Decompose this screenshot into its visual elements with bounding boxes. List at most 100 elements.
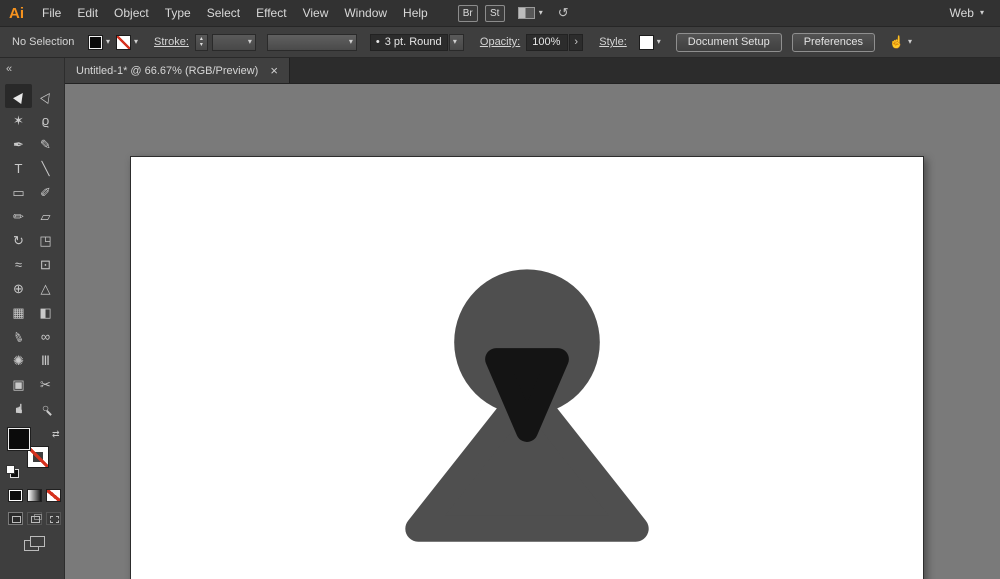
brush-definition-dropdown[interactable]: ▾ xyxy=(449,34,464,51)
stroke-indicator-swatch[interactable] xyxy=(27,446,49,468)
menu-select[interactable]: Select xyxy=(199,0,248,26)
fill-color-swatch[interactable] xyxy=(88,35,103,50)
stroke-weight-stepper[interactable]: ▴ ▾ xyxy=(195,34,208,51)
eraser-tool-icon: ▱ xyxy=(41,210,51,223)
width-tool[interactable]: ≈ xyxy=(5,252,32,276)
default-fill-stroke-icon[interactable] xyxy=(6,465,19,478)
artboard-tool[interactable]: ▣ xyxy=(5,372,32,396)
paint-attribute-buttons xyxy=(8,489,64,502)
none-button[interactable] xyxy=(46,489,61,502)
shaper-tool-icon: ✏ xyxy=(13,210,24,223)
free-transform-tool-icon: ⊡ xyxy=(40,258,51,271)
menu-window[interactable]: Window xyxy=(336,0,395,26)
touch-workspace-control[interactable]: ☝ ▾ xyxy=(889,35,912,49)
arrange-documents-button[interactable]: ▾ xyxy=(518,7,543,19)
close-tab-icon[interactable]: × xyxy=(270,64,278,77)
shape-builder-tool[interactable]: ⊕ xyxy=(5,276,32,300)
gradient-tool[interactable]: ◧ xyxy=(32,300,59,324)
workspace-switcher[interactable]: Web ▾ xyxy=(950,6,984,20)
chevron-down-icon[interactable]: ▾ xyxy=(106,38,110,46)
preferences-button[interactable]: Preferences xyxy=(792,33,875,52)
tools-panel: « ▶ ▷ ✶ ϱ ✒ ✎ T ╲ ▭ ✐ ✏ ▱ ↻ ◳ ≈ ⊡ ⊕ △ ▦ … xyxy=(0,58,65,579)
sync-settings-icon[interactable]: ↺ xyxy=(558,5,569,21)
stroke-weight-dropdown[interactable]: ▾ xyxy=(212,34,256,51)
stroke-label[interactable]: Stroke: xyxy=(154,36,189,48)
slice-tool[interactable]: ✂ xyxy=(32,372,59,396)
rotate-tool-icon: ↻ xyxy=(13,234,24,247)
type-tool[interactable]: T xyxy=(5,156,32,180)
menu-type[interactable]: Type xyxy=(157,0,199,26)
color-button[interactable] xyxy=(8,489,23,502)
free-transform-tool[interactable]: ⊡ xyxy=(32,252,59,276)
magic-wand-tool[interactable]: ✶ xyxy=(5,108,32,132)
paintbrush-tool[interactable]: ✐ xyxy=(32,180,59,204)
arrange-documents-icon xyxy=(518,7,535,19)
draw-inside-button[interactable] xyxy=(46,512,61,525)
perspective-grid-tool[interactable]: △ xyxy=(32,276,59,300)
menu-help[interactable]: Help xyxy=(395,0,436,26)
fill-color-control[interactable]: ▾ xyxy=(88,35,110,50)
chevron-down-icon[interactable]: ▾ xyxy=(657,38,661,46)
selection-tool[interactable]: ▶ xyxy=(5,84,32,108)
screen-mode-icon[interactable] xyxy=(24,536,44,550)
column-graph-tool[interactable]: Ⅲ xyxy=(32,348,59,372)
artwork-hooded-wizard[interactable] xyxy=(131,157,923,579)
fill-stroke-indicator: ⇄ xyxy=(6,428,60,478)
opacity-field[interactable]: 100% xyxy=(526,34,568,51)
swap-fill-stroke-icon[interactable]: ⇄ xyxy=(52,429,60,440)
brush-bullet-icon: • xyxy=(376,36,380,48)
bridge-button[interactable]: Br xyxy=(458,5,478,22)
chevron-down-icon[interactable]: ▾ xyxy=(134,38,138,46)
document-tab[interactable]: Untitled-1* @ 66.67% (RGB/Preview) × xyxy=(65,58,290,83)
menu-effect[interactable]: Effect xyxy=(248,0,294,26)
blend-tool[interactable]: ∞ xyxy=(32,324,59,348)
shaper-tool[interactable]: ✏ xyxy=(5,204,32,228)
style-label[interactable]: Style: xyxy=(599,36,627,48)
width-profile-dropdown[interactable]: ▾ xyxy=(267,34,357,51)
menu-file[interactable]: File xyxy=(34,0,69,26)
menu-edit[interactable]: Edit xyxy=(69,0,106,26)
symbol-sprayer-tool[interactable]: ✺ xyxy=(5,348,32,372)
mesh-tool-icon: ▦ xyxy=(12,306,24,319)
document-setup-button[interactable]: Document Setup xyxy=(676,33,782,52)
style-control[interactable]: ▾ xyxy=(633,35,661,50)
zoom-tool[interactable]: ○ xyxy=(32,396,59,420)
document-area: Untitled-1* @ 66.67% (RGB/Preview) × xyxy=(65,58,1000,579)
eraser-tool[interactable]: ▱ xyxy=(32,204,59,228)
gradient-button[interactable] xyxy=(27,489,42,502)
stepper-down-icon[interactable]: ▾ xyxy=(200,42,203,48)
lasso-tool[interactable]: ϱ xyxy=(32,108,59,132)
rotate-tool[interactable]: ↻ xyxy=(5,228,32,252)
opacity-flyout-button[interactable]: › xyxy=(569,34,583,51)
menu-bar: Ai File Edit Object Type Select Effect V… xyxy=(0,0,1000,27)
collapse-panel-button[interactable]: « xyxy=(0,58,64,84)
menu-view[interactable]: View xyxy=(295,0,337,26)
brush-definition-field[interactable]: • 3 pt. Round xyxy=(370,34,448,51)
mesh-tool[interactable]: ▦ xyxy=(5,300,32,324)
draw-normal-button[interactable] xyxy=(8,512,23,525)
artboard[interactable] xyxy=(130,156,924,579)
scale-tool[interactable]: ◳ xyxy=(32,228,59,252)
chevron-down-icon: ▾ xyxy=(908,38,912,46)
stock-button[interactable]: St xyxy=(485,5,505,22)
pen-tool[interactable]: ✒ xyxy=(5,132,32,156)
line-segment-tool[interactable]: ╲ xyxy=(32,156,59,180)
rectangle-tool-icon: ▭ xyxy=(12,186,24,199)
canvas[interactable] xyxy=(65,84,1000,579)
stroke-color-control[interactable]: ▾ xyxy=(116,35,138,50)
rectangle-tool[interactable]: ▭ xyxy=(5,180,32,204)
opacity-label[interactable]: Opacity: xyxy=(480,36,520,48)
style-swatch[interactable] xyxy=(639,35,654,50)
opacity-value: 100% xyxy=(532,36,560,48)
draw-behind-button[interactable] xyxy=(27,512,42,525)
direct-selection-tool[interactable]: ▷ xyxy=(32,84,59,108)
menu-object[interactable]: Object xyxy=(106,0,157,26)
hand-tool[interactable]: ☚ xyxy=(5,396,32,420)
stroke-color-swatch[interactable] xyxy=(116,35,131,50)
chevron-down-icon: ▾ xyxy=(349,38,353,46)
fill-indicator-swatch[interactable] xyxy=(8,428,30,450)
eyedropper-tool[interactable]: ✎ xyxy=(5,324,32,348)
chevron-down-icon: ▾ xyxy=(980,9,984,17)
curvature-tool[interactable]: ✎ xyxy=(32,132,59,156)
illustrator-logo[interactable]: Ai xyxy=(0,5,34,22)
